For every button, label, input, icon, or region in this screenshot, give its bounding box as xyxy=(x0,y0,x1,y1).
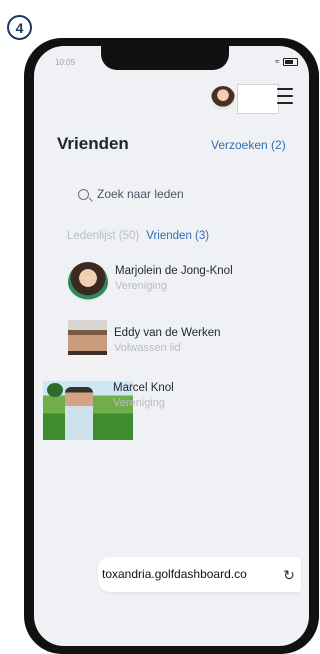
user-avatar[interactable] xyxy=(211,86,235,110)
status-icons: ≈ xyxy=(275,57,299,66)
browser-url-bar[interactable]: toxandria.golfdashboard.co xyxy=(98,557,300,592)
tab-vrienden[interactable]: Vrienden (3) xyxy=(146,230,209,242)
tab-ledenlijst[interactable]: Ledenlijst (50) xyxy=(67,230,139,242)
search-bar[interactable]: Zoek naar leden xyxy=(78,187,184,201)
status-time: 10:05 xyxy=(55,58,76,67)
avatar xyxy=(68,262,108,302)
member-role: Vereniging xyxy=(113,397,165,409)
battery-icon xyxy=(283,57,299,66)
list-item[interactable]: Eddy van de Werken Volwassen lid xyxy=(68,320,221,370)
image-placeholder xyxy=(237,84,279,114)
step-number-badge: 4 xyxy=(7,15,32,40)
member-name: Marcel Knol xyxy=(113,382,174,394)
menu-icon[interactable] xyxy=(277,88,293,104)
search-icon xyxy=(78,188,89,200)
phone-notch xyxy=(101,45,229,70)
url-text: toxandria.golfdashboard.co xyxy=(102,567,247,581)
refresh-icon[interactable]: ↻ xyxy=(277,560,301,590)
member-tabs: Ledenlijst (50) Vrienden (3) xyxy=(67,230,209,242)
page-title: Vrienden xyxy=(57,134,129,153)
search-input[interactable]: Zoek naar leden xyxy=(97,187,184,201)
member-name: Eddy van de Werken xyxy=(114,327,221,339)
member-name: Marjolein de Jong-Knol xyxy=(115,265,233,277)
wifi-icon: ≈ xyxy=(275,57,280,66)
list-item[interactable]: Marcel Knol Vereniging xyxy=(113,382,174,409)
member-role: Vereniging xyxy=(115,280,167,292)
avatar xyxy=(68,320,107,370)
requests-link[interactable]: Verzoeken (2) xyxy=(211,138,286,152)
list-item[interactable]: Marjolein de Jong-Knol Vereniging xyxy=(68,262,233,302)
member-role: Volwassen lid xyxy=(114,342,181,354)
